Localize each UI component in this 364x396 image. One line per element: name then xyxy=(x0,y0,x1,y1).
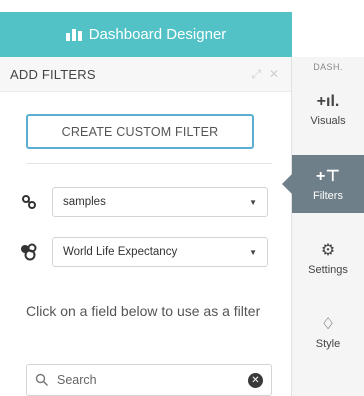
nav-item-label: Settings xyxy=(308,264,348,276)
chevron-down-icon: ▼ xyxy=(249,197,257,207)
dashboard-designer-app: Dashboard Designer ADD FILTERS ⤢ ✕ CREAT… xyxy=(0,0,364,396)
search-icon xyxy=(35,373,48,386)
filter-icon: +⊤ xyxy=(316,168,340,185)
nav-item-visuals[interactable]: +ıl. Visuals xyxy=(292,81,364,139)
search-box[interactable]: ✕ xyxy=(26,364,272,396)
close-icon[interactable]: ✕ xyxy=(269,67,279,81)
data-source-value: samples xyxy=(63,196,106,208)
link-icon xyxy=(18,191,40,213)
nav-item-settings[interactable]: ⚙ Settings xyxy=(292,229,364,287)
data-source-select[interactable]: samples ▼ xyxy=(52,187,268,217)
nav-item-label: Filters xyxy=(313,190,343,202)
visuals-icon: +ıl. xyxy=(316,93,340,110)
create-custom-filter-button[interactable]: CREATE CUSTOM FILTER xyxy=(26,114,254,149)
dataset-select[interactable]: World Life Expectancy ▼ xyxy=(52,237,268,267)
expand-icon[interactable]: ⤢ xyxy=(251,67,261,82)
gear-icon: ⚙ xyxy=(320,242,336,259)
search-input[interactable] xyxy=(55,372,248,388)
nav-item-style[interactable]: ♢ Style xyxy=(292,303,364,361)
panel-title: ADD FILTERS xyxy=(10,66,96,82)
gem-icon: ♢ xyxy=(320,316,336,333)
data-source-row: samples ▼ xyxy=(18,187,268,217)
dataset-icon xyxy=(18,241,40,263)
designer-nav: DASH. +ıl. Visuals +⊤ Filters ⚙ Settings… xyxy=(282,57,364,396)
add-filters-panel: ADD FILTERS ⤢ ✕ CREATE CUSTOM FILTER sam… xyxy=(0,57,292,396)
dataset-row: World Life Expectancy ▼ xyxy=(18,237,268,267)
designer-header: Dashboard Designer xyxy=(0,12,292,57)
clear-icon[interactable]: ✕ xyxy=(248,372,263,388)
nav-item-label: Style xyxy=(315,338,341,350)
nav-item-filters[interactable]: +⊤ Filters xyxy=(282,155,364,213)
nav-item-label: Visuals xyxy=(310,115,346,127)
divider xyxy=(26,163,272,164)
dataset-value: World Life Expectancy xyxy=(63,246,178,258)
dashboard-icon xyxy=(65,28,82,41)
header-title: Dashboard Designer xyxy=(88,26,227,43)
chevron-down-icon: ▼ xyxy=(249,247,257,257)
nav-dashboard-tab[interactable]: DASH. xyxy=(292,57,364,77)
help-text: Click on a field below to use as a filte… xyxy=(26,303,261,319)
panel-header: ADD FILTERS ⤢ ✕ xyxy=(0,57,291,92)
